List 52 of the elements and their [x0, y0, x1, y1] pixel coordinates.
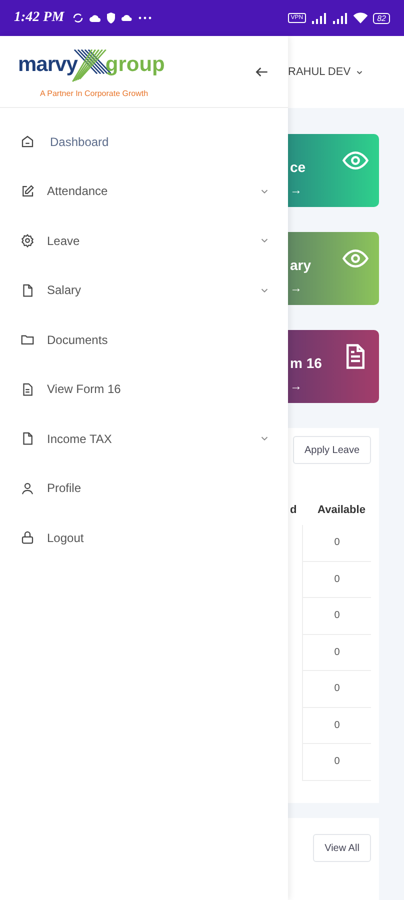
menu-item[interactable]: View Form 16: [0, 364, 288, 414]
column-header: d: [289, 504, 298, 516]
view-all-button[interactable]: View All: [313, 834, 371, 862]
menu-item[interactable]: Salary: [0, 266, 288, 315]
file-icon: [20, 282, 35, 298]
menu-item[interactable]: Income TAX: [0, 414, 288, 464]
card-title: ary: [290, 256, 312, 272]
gear-icon: [20, 233, 35, 248]
card-title: m 16: [290, 354, 322, 370]
menu-item[interactable]: Leave: [0, 216, 288, 266]
wifi-icon: [353, 12, 368, 24]
menu-item[interactable]: Documents: [0, 315, 288, 364]
file-text-icon: [20, 382, 35, 397]
folder-icon: [20, 332, 35, 348]
column-header: Available: [316, 504, 366, 516]
battery-indicator: 82: [373, 12, 390, 24]
edit-icon: [20, 184, 35, 199]
table-cell: 0: [303, 671, 371, 708]
cloud-icon: [89, 13, 102, 23]
status-time: 1:42 PM: [14, 10, 64, 26]
cloud-icon: [121, 14, 134, 22]
arrow-link[interactable]: →: [290, 182, 306, 196]
summary-card[interactable]: m 16 →: [288, 330, 379, 403]
menu-item[interactable]: Attendance: [0, 166, 288, 216]
lock-icon: [20, 530, 35, 546]
logo-tagline: A Partner In Corporate Growth: [40, 89, 148, 98]
table-cell: 0: [303, 744, 371, 780]
file-icon: [20, 431, 35, 446]
table-cell: 0: [303, 562, 371, 598]
menu-item[interactable]: Dashboard: [0, 117, 288, 166]
menu-item[interactable]: Profile: [0, 464, 288, 513]
summary-card[interactable]: ce →: [288, 134, 379, 207]
signal-icon: [311, 12, 328, 24]
logo-text: marvy: [18, 53, 78, 77]
arrow-link[interactable]: →: [290, 280, 312, 294]
table-cell: 0: [303, 708, 371, 744]
table-cell: 0: [303, 598, 371, 634]
home-icon: [20, 134, 35, 150]
user-icon: [20, 480, 35, 496]
card-title: ce: [290, 158, 306, 174]
summary-card[interactable]: ary →: [288, 232, 379, 305]
sync-icon: [72, 12, 84, 24]
arrow-link[interactable]: →: [290, 378, 322, 392]
table-cell: 0: [303, 525, 371, 562]
user-name[interactable]: RAHUL DEV: [288, 66, 351, 78]
menu-item[interactable]: Logout: [0, 513, 288, 562]
apply-leave-button[interactable]: Apply Leave: [293, 436, 371, 464]
more-icon: [138, 16, 152, 20]
table-cell: 0: [303, 634, 371, 671]
signal-icon: [332, 12, 348, 24]
shield-icon: [106, 12, 116, 24]
logo-text: group: [105, 53, 165, 77]
